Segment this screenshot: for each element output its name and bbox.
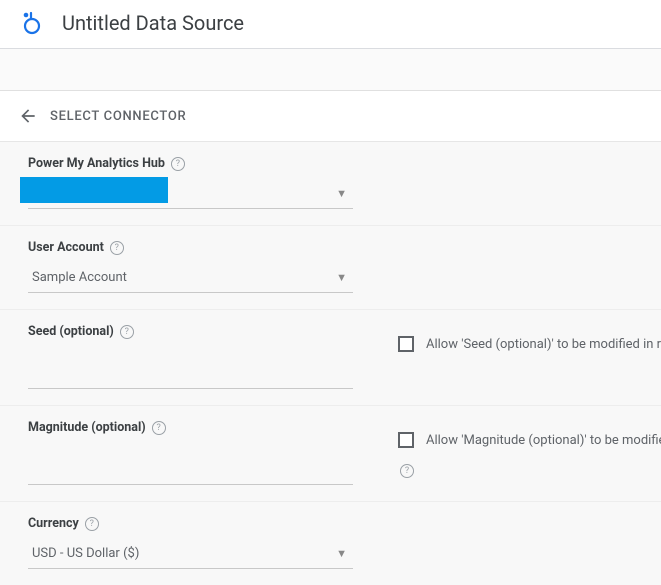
hub-label-row: Power My Analytics Hub ? xyxy=(28,156,633,171)
nav-label: SELECT CONNECTOR xyxy=(50,109,186,124)
section-user-account: User Account ? Sample Account ▼ xyxy=(0,226,661,310)
section-seed: Seed (optional) ? Allow 'Seed (optional)… xyxy=(0,310,661,406)
user-account-label: User Account xyxy=(28,240,104,255)
chevron-down-icon: ▼ xyxy=(336,271,347,284)
magnitude-extra-help: ? xyxy=(400,462,661,478)
magnitude-label: Magnitude (optional) xyxy=(28,420,146,435)
magnitude-allow-checkbox[interactable] xyxy=(398,432,414,448)
seed-allow-label: Allow 'Seed (optional)' to be modified i… xyxy=(426,337,661,352)
help-icon[interactable]: ? xyxy=(85,517,99,531)
magnitude-label-row: Magnitude (optional) ? xyxy=(28,420,368,435)
currency-label-row: Currency ? xyxy=(28,516,633,531)
seed-input[interactable] xyxy=(28,361,353,389)
chevron-down-icon: ▼ xyxy=(336,187,347,200)
user-account-select[interactable]: Sample Account ▼ xyxy=(28,263,353,293)
hub-redacted-value xyxy=(20,177,168,203)
seed-label-row: Seed (optional) ? xyxy=(28,324,368,339)
section-magnitude: Magnitude (optional) ? Allow 'Magnitude … xyxy=(0,406,661,502)
user-account-value: Sample Account xyxy=(32,270,127,285)
currency-label: Currency xyxy=(28,516,79,531)
help-icon[interactable]: ? xyxy=(400,464,414,478)
currency-value: USD - US Dollar ($) xyxy=(32,546,139,561)
magnitude-input[interactable] xyxy=(28,457,353,485)
section-hub: Power My Analytics Hub ? ▼ xyxy=(0,142,661,226)
seed-allow-checkbox[interactable] xyxy=(398,336,414,352)
seed-allow-row: Allow 'Seed (optional)' to be modified i… xyxy=(398,336,661,352)
user-account-label-row: User Account ? xyxy=(28,240,633,255)
section-currency: Currency ? USD - US Dollar ($) ▼ xyxy=(0,502,661,585)
currency-select[interactable]: USD - US Dollar ($) ▼ xyxy=(28,539,353,569)
toolbar-spacer xyxy=(0,49,661,91)
seed-label: Seed (optional) xyxy=(28,324,114,339)
help-icon[interactable]: ? xyxy=(171,157,185,171)
form-area: Power My Analytics Hub ? ▼ User Account … xyxy=(0,141,661,585)
breadcrumb-nav: SELECT CONNECTOR xyxy=(0,91,661,141)
help-icon[interactable]: ? xyxy=(120,325,134,339)
page-title[interactable]: Untitled Data Source xyxy=(62,11,244,35)
back-arrow-icon[interactable] xyxy=(18,106,38,126)
chevron-down-icon: ▼ xyxy=(336,547,347,560)
help-icon[interactable]: ? xyxy=(110,241,124,255)
magnitude-allow-row: Allow 'Magnitude (optional)' to be modif… xyxy=(398,432,661,448)
app-logo-icon xyxy=(18,10,44,36)
hub-label: Power My Analytics Hub xyxy=(28,156,165,171)
help-icon[interactable]: ? xyxy=(152,421,166,435)
header: Untitled Data Source xyxy=(0,0,661,48)
magnitude-allow-label: Allow 'Magnitude (optional)' to be modif… xyxy=(426,433,661,448)
hub-select[interactable]: ▼ xyxy=(28,179,353,209)
